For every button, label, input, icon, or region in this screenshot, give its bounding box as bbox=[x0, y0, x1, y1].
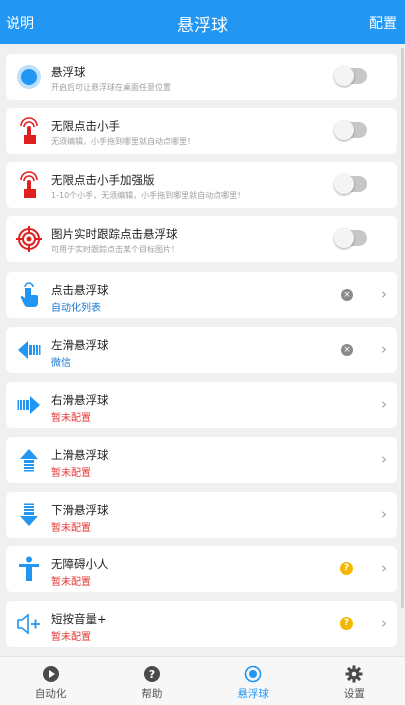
help-circle-icon: ? bbox=[143, 665, 161, 683]
row-status: 暂未配置 bbox=[51, 413, 91, 424]
target-icon bbox=[14, 224, 44, 254]
tab-automation[interactable]: 自动化 bbox=[0, 657, 101, 705]
chevron-right-icon: › bbox=[381, 559, 387, 577]
row-status: 暂未配置 bbox=[51, 577, 91, 588]
swipe-left-row[interactable]: 左滑悬浮球 微信 × › bbox=[6, 327, 397, 373]
row-title: 左滑悬浮球 bbox=[51, 338, 109, 352]
float-ball-toggle[interactable] bbox=[334, 66, 367, 86]
tab-settings[interactable]: 设置 bbox=[304, 657, 405, 705]
chevron-right-icon: › bbox=[381, 614, 387, 632]
accessibility-icon bbox=[14, 554, 44, 584]
tab-label: 自动化 bbox=[34, 688, 67, 700]
row-title: 图片实时跟踪点击悬浮球 bbox=[51, 227, 178, 241]
row-subtitle: 无须编辑，小手拖到哪里就自动点哪里！ bbox=[51, 137, 195, 146]
swipe-right-icon bbox=[14, 390, 44, 420]
row-status: 微信 bbox=[51, 358, 71, 369]
image-tracking-toggle[interactable] bbox=[334, 228, 367, 248]
row-status: 暂未配置 bbox=[51, 468, 91, 479]
tap-finger-icon bbox=[14, 280, 44, 310]
gear-icon bbox=[345, 665, 363, 683]
row-status: 暂未配置 bbox=[51, 523, 91, 534]
swipe-down-icon bbox=[14, 500, 44, 530]
tab-label: 悬浮球 bbox=[237, 688, 269, 700]
float-ball-tab-icon bbox=[244, 665, 262, 683]
click-hand-plus-toggle[interactable] bbox=[334, 174, 367, 194]
config-button[interactable]: 配置 bbox=[369, 13, 397, 33]
bottom-tab-bar: 自动化 ? 帮助 悬浮球 设置 bbox=[0, 656, 405, 705]
swipe-up-row[interactable]: 上滑悬浮球 暂未配置 › bbox=[6, 437, 397, 483]
row-subtitle: 1-10个小手，无须编辑，小手拖到哪里就自动点哪里！ bbox=[51, 191, 246, 200]
chevron-right-icon: › bbox=[381, 285, 387, 303]
help-icon[interactable]: ? bbox=[340, 562, 353, 575]
row-title: 短按音量+ bbox=[51, 612, 107, 626]
row-status: 暂未配置 bbox=[51, 632, 91, 643]
row-subtitle: 可用于实时跟踪点击某个目标图片！ bbox=[51, 245, 179, 254]
chevron-right-icon: › bbox=[381, 450, 387, 468]
accessibility-person-row[interactable]: 无障碍小人 暂未配置 ? › bbox=[6, 546, 397, 592]
image-tracking-row[interactable]: 图片实时跟踪点击悬浮球 可用于实时跟踪点击某个目标图片！ bbox=[6, 216, 397, 262]
page-title: 悬浮球 bbox=[177, 16, 228, 36]
app-header: 说明 悬浮球 配置 bbox=[0, 0, 405, 44]
swipe-up-icon bbox=[14, 445, 44, 475]
tab-help[interactable]: ? 帮助 bbox=[101, 657, 202, 705]
row-title: 右滑悬浮球 bbox=[51, 393, 109, 407]
tap-float-ball-row[interactable]: 点击悬浮球 自动化列表 × › bbox=[6, 272, 397, 318]
clear-icon[interactable]: × bbox=[341, 289, 353, 301]
row-title: 悬浮球 bbox=[51, 65, 86, 79]
click-hand-plus-row[interactable]: 无限点击小手加强版 1-10个小手，无须编辑，小手拖到哪里就自动点哪里！ bbox=[6, 162, 397, 208]
chevron-right-icon: › bbox=[381, 395, 387, 413]
row-title: 无障碍小人 bbox=[51, 557, 109, 571]
chevron-right-icon: › bbox=[381, 340, 387, 358]
row-status: 自动化列表 bbox=[51, 303, 101, 314]
click-hand-icon bbox=[14, 116, 44, 146]
play-circle-icon bbox=[42, 665, 60, 683]
swipe-left-icon bbox=[14, 335, 44, 365]
row-title: 上滑悬浮球 bbox=[51, 448, 109, 462]
click-hand-plus-icon bbox=[14, 170, 44, 200]
swipe-right-row[interactable]: 右滑悬浮球 暂未配置 › bbox=[6, 382, 397, 428]
row-title: 无限点击小手 bbox=[51, 119, 120, 133]
click-hand-toggle[interactable] bbox=[334, 120, 367, 140]
clear-icon[interactable]: × bbox=[341, 344, 353, 356]
tab-float-ball[interactable]: 悬浮球 bbox=[203, 657, 304, 705]
tab-label: 帮助 bbox=[141, 688, 163, 700]
tab-label: 设置 bbox=[343, 688, 365, 700]
settings-list[interactable]: 悬浮球 开启后可让悬浮球在桌面任意位置 无限点击小手 无须编辑，小手拖到哪里就自… bbox=[0, 44, 405, 656]
row-subtitle: 开启后可让悬浮球在桌面任意位置 bbox=[51, 83, 171, 92]
float-ball-icon bbox=[14, 62, 44, 92]
chevron-right-icon: › bbox=[381, 505, 387, 523]
svg-text:?: ? bbox=[149, 668, 155, 681]
row-title: 无限点击小手加强版 bbox=[51, 173, 155, 187]
float-ball-row[interactable]: 悬浮球 开启后可让悬浮球在桌面任意位置 bbox=[6, 54, 397, 100]
row-title: 点击悬浮球 bbox=[51, 283, 109, 297]
volume-up-row[interactable]: 短按音量+ 暂未配置 ? › bbox=[6, 601, 397, 647]
infinite-click-hand-row[interactable]: 无限点击小手 无须编辑，小手拖到哪里就自动点哪里！ bbox=[6, 108, 397, 154]
row-title: 下滑悬浮球 bbox=[51, 503, 109, 517]
scrollbar[interactable] bbox=[401, 48, 404, 608]
swipe-down-row[interactable]: 下滑悬浮球 暂未配置 › bbox=[6, 492, 397, 538]
help-icon[interactable]: ? bbox=[340, 617, 353, 630]
volume-up-icon bbox=[14, 609, 44, 639]
